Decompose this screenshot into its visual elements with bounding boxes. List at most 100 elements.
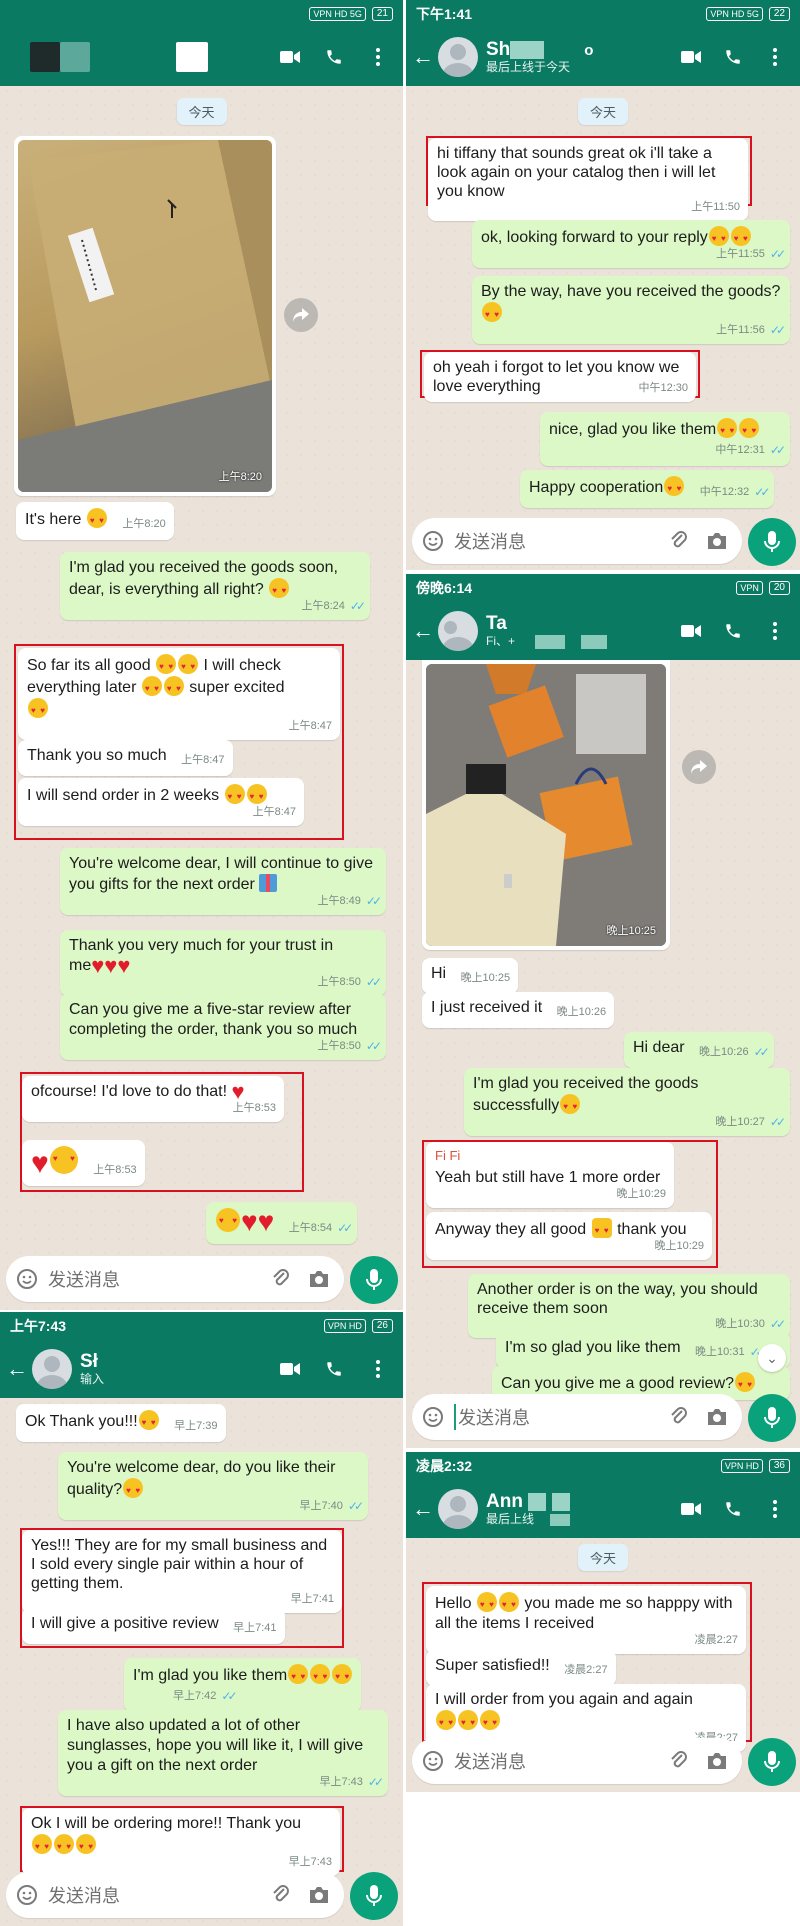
more-options-icon[interactable] (367, 46, 389, 68)
voice-record-button[interactable] (748, 518, 796, 566)
network-icons: VPN HD (323, 1319, 366, 1333)
status-time: 下午1:41 (416, 6, 473, 22)
attach-icon[interactable] (670, 530, 688, 552)
video-call-icon[interactable] (680, 620, 702, 642)
red-heart-emoji: ♥♥♥ (91, 953, 131, 978)
heart-eyes-emoji (480, 1710, 500, 1733)
voice-record-button[interactable] (350, 1256, 398, 1304)
party-emoji (288, 1664, 309, 1687)
avatar[interactable] (32, 1349, 72, 1389)
message-incoming: I just received it 晚上10:26 (422, 992, 615, 1028)
heart-eyes-emoji (498, 1592, 519, 1615)
more-options-icon[interactable] (764, 620, 786, 642)
kissing-emoji (138, 1410, 159, 1433)
attach-icon[interactable] (272, 1884, 290, 1906)
message-input[interactable]: 发送消息 (6, 1256, 344, 1302)
message-incoming: Super satisfied!! 凌晨2:27 (426, 1650, 616, 1686)
attach-icon[interactable] (272, 1268, 290, 1290)
network-icons: VPN HD 5G (706, 7, 763, 21)
status-bar: VPN HD 5G 21 (0, 0, 403, 28)
emoji-icon[interactable] (422, 1406, 444, 1428)
read-receipt-icon: ✓✓ (769, 247, 786, 261)
avatar[interactable] (438, 37, 478, 77)
read-receipt-icon: ✓✓ (347, 1499, 364, 1513)
phone-call-icon[interactable] (722, 620, 744, 642)
emoji-icon[interactable] (422, 530, 444, 552)
mic-icon (366, 1269, 382, 1290)
image-message[interactable]: 晚上10:25 (422, 660, 670, 950)
attach-icon[interactable] (670, 1406, 688, 1428)
network-icons: VPN HD (720, 1459, 763, 1473)
back-arrow-icon[interactable]: ← (410, 1496, 436, 1522)
status-bar: 上午7:43 VPN HD 26 (0, 1312, 403, 1340)
date-divider: 今天 (176, 98, 227, 125)
read-receipt-icon: ✓✓ (365, 894, 382, 908)
mic-icon (764, 531, 780, 552)
emoji-icon[interactable] (16, 1268, 38, 1290)
message-outgoing: Happy cooperation 中午12:32✓✓ (520, 470, 775, 508)
video-call-icon[interactable] (279, 1358, 301, 1380)
message-composer: 发送消息 (0, 1864, 403, 1926)
message-input[interactable]: 发送消息 (6, 1872, 344, 1918)
heart-eyes-emoji (156, 654, 177, 677)
video-call-icon[interactable] (680, 46, 702, 68)
shopping-bags-photo: 晚上10:25 (426, 664, 666, 946)
avatar[interactable] (438, 1489, 478, 1529)
back-arrow-icon[interactable]: ← (410, 44, 436, 70)
heart-eyes-emoji (163, 676, 184, 699)
battery-icon: 21 (371, 7, 393, 21)
battery-icon: 36 (768, 1459, 790, 1473)
scroll-down-button[interactable]: ⌄ (758, 1344, 786, 1372)
message-outgoing: I have also updated a lot of other sungl… (58, 1710, 388, 1796)
message-input[interactable]: 发送消息 (412, 1738, 742, 1784)
input-placeholder: 发送消息 (454, 1404, 530, 1430)
thumbs-up-emoji (591, 1218, 612, 1241)
heart-eyes-emoji (49, 1146, 78, 1174)
chat-panel-1: VPN HD 5G 21 今天 上午8:20 It's here ♥ ♥ 上午8… (0, 0, 403, 1310)
message-outgoing: I'm glad you like them 早上7:42✓✓ (124, 1658, 362, 1712)
chat-header (0, 28, 403, 86)
camera-icon[interactable] (308, 1269, 330, 1289)
camera-icon[interactable] (308, 1885, 330, 1905)
input-placeholder: 发送消息 (454, 532, 526, 552)
camera-icon[interactable] (706, 1751, 728, 1771)
red-heart-emoji: ♥ (31, 1147, 49, 1180)
emoji-icon[interactable] (422, 1750, 444, 1772)
status-time: 凌晨2:32 (416, 1458, 473, 1474)
mic-icon (764, 1751, 780, 1772)
message-outgoing: Can you give me a five-star review after… (60, 994, 386, 1060)
video-call-icon[interactable] (279, 46, 301, 68)
video-call-icon[interactable] (680, 1498, 702, 1520)
camera-icon[interactable] (706, 531, 728, 551)
image-message[interactable]: 上午8:20 (14, 136, 276, 496)
group-avatar[interactable] (438, 611, 478, 651)
read-receipt-icon: ✓✓ (769, 1115, 786, 1129)
message-incoming: I will give a positive review 早上7:41 (22, 1608, 285, 1644)
smiling-emoji (482, 302, 502, 325)
back-arrow-icon[interactable]: ← (4, 1356, 30, 1382)
phone-call-icon[interactable] (323, 46, 345, 68)
back-arrow-icon[interactable]: ← (410, 618, 436, 644)
phone-call-icon[interactable] (722, 1498, 744, 1520)
forward-button[interactable] (284, 298, 318, 332)
phone-call-icon[interactable] (722, 46, 744, 68)
contact-name: Sł (80, 1351, 98, 1373)
redacted-members (535, 634, 566, 649)
attach-icon[interactable] (670, 1750, 688, 1772)
phone-call-icon[interactable] (323, 1358, 345, 1380)
emoji-icon[interactable] (16, 1884, 38, 1906)
more-options-icon[interactable] (764, 1498, 786, 1520)
camera-icon[interactable] (706, 1407, 728, 1427)
voice-record-button[interactable] (748, 1738, 796, 1786)
message-input[interactable]: 发送消息 (412, 518, 742, 564)
chat-header: ← Sł 输入 (0, 1340, 403, 1398)
voice-record-button[interactable] (748, 1394, 796, 1442)
message-incoming: So far its all good I will check everyth… (18, 648, 340, 740)
forward-button[interactable] (682, 750, 716, 784)
read-receipt-icon: ✓✓ (365, 975, 382, 989)
more-options-icon[interactable] (367, 1358, 389, 1380)
contact-name: Ann (486, 1491, 523, 1513)
message-input[interactable]: 发送消息 (412, 1394, 742, 1440)
voice-record-button[interactable] (350, 1872, 398, 1920)
more-options-icon[interactable] (764, 46, 786, 68)
